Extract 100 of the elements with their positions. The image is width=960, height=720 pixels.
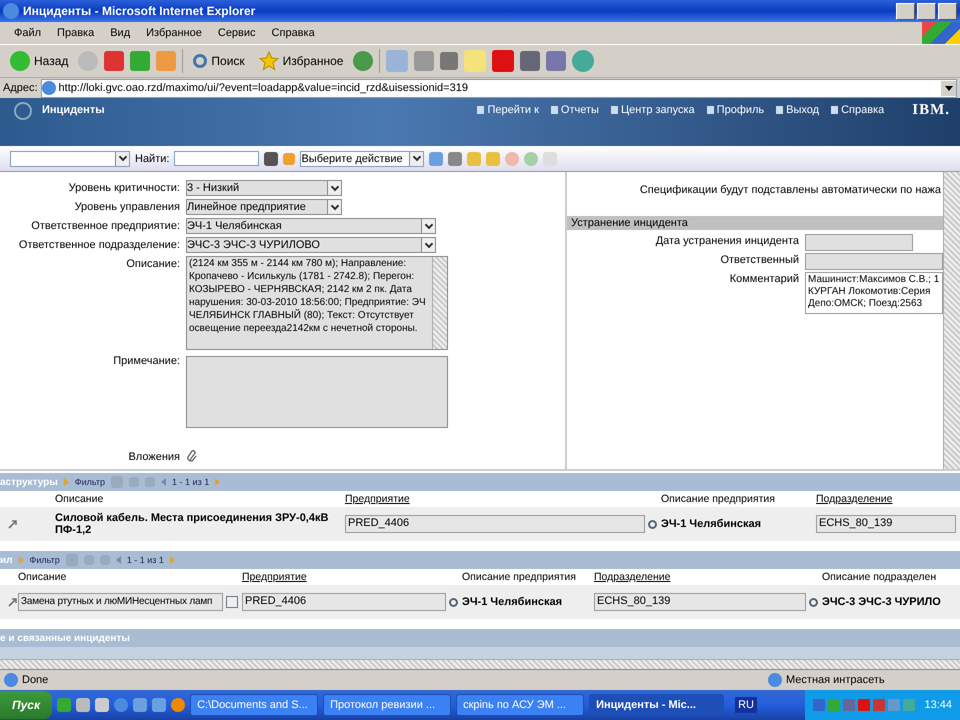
menu-item[interactable]: Сервис (210, 27, 264, 39)
close-button[interactable] (938, 2, 957, 20)
note-text: Спецификации будут подставлены автоматически по нажа (638, 184, 942, 198)
column-header: Описание (18, 571, 68, 583)
maximize-button[interactable] (917, 2, 936, 20)
select-field[interactable]: 3 - Низкий (186, 180, 342, 196)
find-field[interactable] (174, 151, 260, 166)
header-link[interactable]: Справка (831, 104, 884, 116)
menu-item[interactable]: Вид (102, 27, 138, 39)
windows-logo-icon (922, 22, 960, 44)
field-label: Дата устранения инцидента (654, 234, 799, 249)
column-header[interactable]: Подразделение (816, 493, 960, 505)
table-field[interactable]: PRED_4406 (345, 515, 645, 533)
table-field[interactable]: ECHS_80_139 (594, 593, 806, 611)
arrow-icon[interactable] (8, 597, 18, 607)
column-header: Описание предприятия (661, 493, 776, 505)
previous-page-icon[interactable] (161, 478, 166, 486)
section-title: Устранение инцидента (567, 216, 943, 230)
pager-text: 1 - 1 из 1 (172, 477, 210, 487)
scrollbar-drawing[interactable] (0, 659, 960, 669)
paperclip-icon[interactable] (186, 449, 198, 463)
column-header[interactable]: Предприятие (345, 493, 661, 505)
filter-arrow-icon[interactable] (64, 478, 69, 486)
select-field[interactable]: Линейное предприятие (186, 199, 342, 215)
table-cell: ЭЧ-1 Челябинская (661, 518, 762, 530)
favorites-button[interactable]: Избранное (254, 51, 348, 71)
field-label: Примечание: (112, 354, 180, 369)
taskbar-button[interactable]: C:\Documents and S... (190, 694, 318, 716)
header-link[interactable]: Центр запуска (610, 104, 695, 116)
field-label: Ответственное подразделение: (18, 238, 180, 253)
app-logo-icon (14, 102, 32, 120)
field-label: Ответственный (719, 253, 799, 268)
comment-field[interactable]: Машинист:Максимов С.В.; 1 КУРГАН Локомотив:Серия Депо:ОМСК; Поезд:2563 (805, 272, 943, 314)
table-field[interactable]: PRED_4406 (242, 593, 446, 611)
taskbar-button[interactable]: Протокол ревизии ... (323, 694, 452, 716)
action-select[interactable]: Выберите действие (300, 150, 424, 166)
query-select[interactable] (10, 150, 130, 166)
window-title: Инциденты - Microsoft Internet Explorer (23, 4, 256, 18)
header-link[interactable]: Перейти к (477, 104, 539, 116)
column-header[interactable]: Предприятие (242, 571, 462, 583)
language-indicator[interactable]: RU (735, 697, 757, 713)
filter-arrow-icon[interactable] (18, 556, 24, 564)
taskbar-button[interactable]: скрinь по АСУ ЭМ ... (456, 694, 584, 716)
column-header: Описание предприятия (462, 571, 577, 583)
back-button[interactable]: Назад (6, 51, 72, 71)
search-icon[interactable] (648, 520, 657, 528)
column-header: Описание подразделен (822, 571, 938, 583)
field-label: Уровень управления (74, 200, 180, 215)
scrollbar-drawing[interactable] (943, 172, 960, 469)
section-title: е и связанные инциденты (0, 632, 130, 644)
column-header: Описание (55, 493, 104, 505)
text-area[interactable]: (2124 км 355 м - 2144 км 780 м); Направление: Кропачево - Исилькуль (1781 - 2742.8); Перегон: КОЗЫРЕВО - ЧЕРНЯВСКАЯ; 2142 км 2 пк. Дата нарушения: 30-03-2010 18:56:00; Предприятие: ЭЧ ЧЕЛЯБИНСК ГЛАВНЫЙ (80); Текст: Отсутствует освещение переезда2142км с нечетной стороны. (186, 256, 448, 350)
start-button[interactable]: Пуск (0, 691, 52, 719)
input-field[interactable] (805, 253, 943, 270)
input-field[interactable] (805, 234, 913, 251)
star-icon (258, 51, 279, 71)
text-area[interactable] (186, 356, 448, 428)
menu-item[interactable]: Справка (264, 27, 323, 39)
clock: 13:44 (924, 699, 952, 711)
address-label: Адрес: (3, 82, 38, 94)
next-page-icon[interactable] (215, 478, 220, 486)
table-cell: ЭЧ-1 Челябинская (462, 596, 562, 608)
next-page-icon[interactable] (170, 556, 175, 564)
select-field[interactable]: ЭЧС-3 ЭЧС-3 ЧУРИЛОВО (186, 237, 436, 253)
table-cell: ЭЧС-3 ЭЧС-3 ЧУРИЛО (822, 596, 941, 608)
field-label: Уровень критичности: (68, 181, 180, 196)
table-cell-text: Силовой кабель. Места присоединения ЗРУ-0,4кВ ПФ-1,2 (55, 512, 330, 536)
section-title: ил (0, 554, 12, 566)
header-link[interactable]: Выход (776, 104, 820, 116)
filter-link[interactable]: Фильтр (74, 477, 106, 487)
minimize-button[interactable] (896, 2, 915, 20)
table-field[interactable]: Замена ртутных и люМИНесцентных ламп (18, 593, 223, 611)
menu-item[interactable]: Файл (6, 27, 50, 39)
search-icon[interactable] (449, 598, 458, 606)
select-field[interactable]: ЭЧ-1 Челябинская (186, 218, 436, 234)
arrow-icon[interactable] (8, 519, 18, 529)
ibm-logo: IBM. (912, 102, 950, 119)
field-label: Вложения (127, 450, 180, 465)
find-label: Найти: (135, 152, 170, 164)
address-field[interactable]: http://loki.gvc.oao.rzd/maximo/ui/?event=loadapp&value=incid_rzd&uisessionid=319 (40, 78, 957, 98)
header-link[interactable]: Профиль (706, 104, 764, 116)
previous-page-icon[interactable] (116, 556, 121, 564)
pager-text: 1 - 1 из 1 (126, 555, 164, 565)
app-title: Инциденты (42, 104, 105, 116)
field-label: Ответственное предприятие: (30, 219, 180, 234)
field-label: Описание: (125, 257, 180, 272)
details-icon[interactable] (226, 596, 238, 608)
zone-text: Местная интрасеть (786, 674, 886, 686)
menu-item[interactable]: Избранное (138, 27, 210, 39)
search-icon[interactable] (809, 598, 818, 606)
taskbar-button[interactable]: Инциденты - Mic... (589, 694, 724, 716)
field-label: Комментарий (728, 272, 799, 287)
filter-link[interactable]: Фильтр (30, 555, 60, 565)
section-title: аструктуры (0, 476, 58, 488)
status-text: Done (22, 674, 48, 686)
column-header[interactable]: Подразделение (594, 571, 822, 583)
menu-item[interactable]: Правка (49, 27, 102, 39)
search-button[interactable]: Поиск (189, 54, 249, 68)
table-field[interactable]: ECHS_80_139 (816, 515, 956, 533)
header-link[interactable]: Отчеты (550, 104, 599, 116)
